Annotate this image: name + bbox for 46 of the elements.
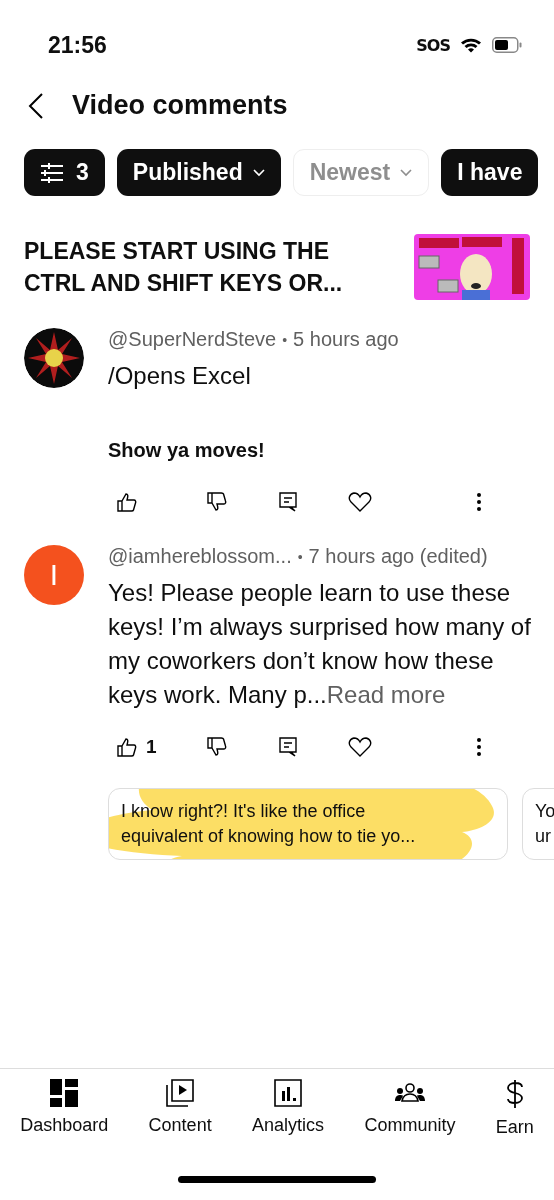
- nav-tab[interactable]: Dashboard: [20, 1079, 109, 1138]
- heart-icon[interactable]: [348, 491, 372, 513]
- dropdown-chip[interactable]: Published: [116, 149, 281, 196]
- nav-tab[interactable]: Community: [364, 1079, 456, 1138]
- more-options-icon[interactable]: [476, 492, 482, 512]
- reply-card[interactable]: I know right?! It's like the office equivalent of knowing how to tie yo...: [108, 788, 508, 860]
- separator-dot: •: [282, 331, 288, 348]
- like-count: 1: [146, 736, 157, 758]
- status-time: 21:56: [48, 31, 107, 59]
- bar-chart-icon: [274, 1079, 302, 1107]
- back-icon[interactable]: [28, 91, 44, 120]
- video-title[interactable]: PLEASE START USING THE CTRL AND SHIFT KEYS OR...: [24, 235, 343, 299]
- nav-tab[interactable]: Analytics: [252, 1079, 325, 1138]
- comment-text: Yes! Please people learn to use these keys! I’m always surprised how many of my coworkers don’t know how these keys work. Many p...Read more: [108, 578, 532, 710]
- more-options-icon[interactable]: [476, 737, 482, 757]
- chevron-down-icon: [400, 168, 413, 177]
- page-title: Video comments: [72, 90, 288, 121]
- comment-text: Show ya moves!: [108, 438, 266, 463]
- comment-time: 7 hours ago (edited): [308, 545, 488, 568]
- read-more-link[interactable]: Read more: [326, 681, 446, 708]
- thumbs-down-icon[interactable]: [206, 491, 228, 513]
- comment-time: 5 hours ago: [293, 328, 399, 351]
- comment-author[interactable]: @SuperNerdSteve: [108, 328, 277, 351]
- dashboard-icon: [50, 1079, 79, 1107]
- wifi-icon: [460, 37, 482, 53]
- thumbs-down-icon[interactable]: [206, 736, 228, 758]
- thumbs-up-icon[interactable]: [116, 491, 138, 513]
- comment-text: /Opens Excel: [108, 361, 252, 391]
- thumbs-up-icon[interactable]: [116, 736, 138, 758]
- heart-icon[interactable]: [348, 736, 372, 758]
- avatar-letter: I: [49, 558, 59, 592]
- reply-icon[interactable]: [278, 736, 298, 758]
- filter-chip[interactable]: 3: [24, 149, 105, 196]
- filter-chip[interactable]: I have: [441, 149, 539, 196]
- separator-dot: •: [297, 548, 303, 565]
- nav-tab[interactable]: Content: [148, 1079, 212, 1138]
- reply-card[interactable]: Yo ur: [522, 788, 554, 860]
- sliders-icon: [40, 161, 66, 184]
- reply-icon[interactable]: [278, 491, 298, 513]
- chevron-down-icon: [252, 168, 265, 177]
- nav-tab[interactable]: Earn: [495, 1079, 534, 1138]
- comment-author[interactable]: @iamhereblossom...: [108, 545, 292, 568]
- dollar-icon: [504, 1079, 525, 1109]
- carrier-text: SOS: [416, 35, 450, 55]
- video-stack-icon: [166, 1079, 195, 1107]
- battery-icon: [492, 37, 522, 53]
